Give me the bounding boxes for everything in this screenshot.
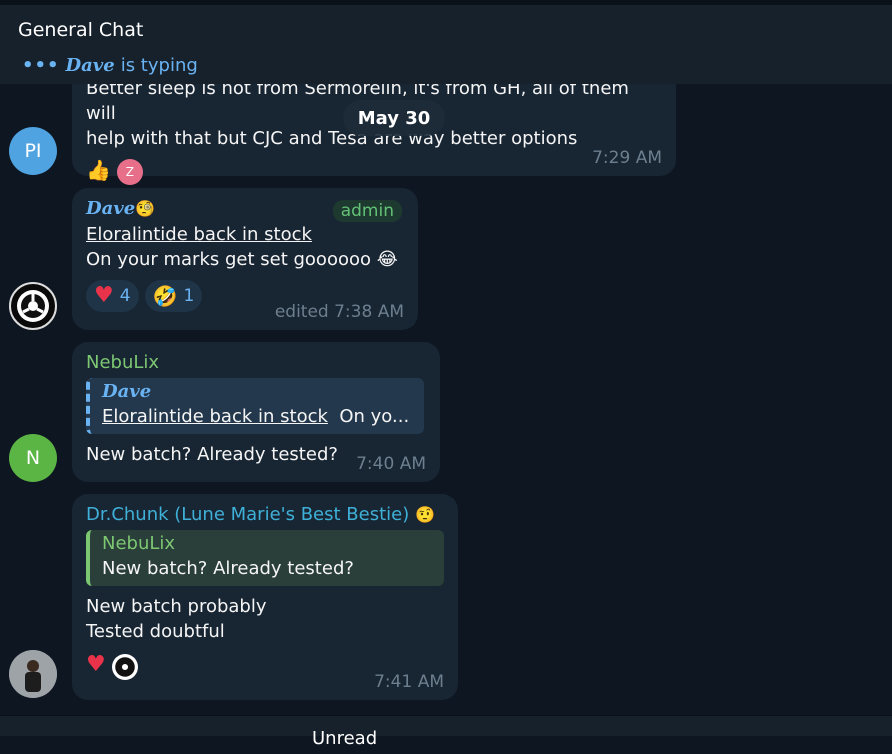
- reply-quote[interactable]: NebuLix New batch? Already tested?: [86, 530, 444, 586]
- quote-text: Eloralintide back in stock On yo...: [102, 404, 416, 430]
- quote-sender: NebuLix: [102, 533, 176, 554]
- message-text-line: New batch probably: [86, 596, 267, 617]
- message-bubble[interactable]: Dave🧐 admin Eloralintide back in stock O…: [72, 188, 418, 330]
- thumbs-up-reaction[interactable]: 👍: [86, 159, 111, 185]
- admin-badge: admin: [332, 200, 402, 222]
- message-bubble[interactable]: Dr.Chunk (Lune Marie's Best Bestie) 🤨 Ne…: [72, 494, 458, 700]
- message-time: edited 7:38 AM: [274, 302, 404, 322]
- message-time: 7:41 AM: [374, 672, 444, 692]
- avatar[interactable]: [9, 650, 57, 698]
- quote-sender: Dave: [102, 381, 152, 402]
- chat-title[interactable]: General Chat: [18, 19, 143, 41]
- heart-reaction[interactable]: ♥: [86, 654, 106, 680]
- message-time: 7:40 AM: [356, 454, 426, 474]
- message-text: On your marks get set goooooo 😂: [86, 249, 398, 270]
- unread-label: Unread: [312, 728, 378, 749]
- avatar[interactable]: PI: [9, 127, 57, 175]
- sender-name[interactable]: NebuLix: [86, 350, 426, 376]
- reply-quote[interactable]: Dave Eloralintide back in stock On yo...: [86, 378, 424, 434]
- message-time: 7:29 AM: [592, 148, 662, 168]
- reaction-count: 1: [183, 286, 195, 306]
- avatar[interactable]: [9, 282, 57, 330]
- quote-link: Eloralintide back in stock: [102, 406, 328, 427]
- reaction-count: 4: [119, 286, 131, 306]
- heart-reaction[interactable]: ♥ 4: [86, 280, 139, 312]
- quote-snippet: On yo...: [339, 406, 410, 427]
- typing-user-name: Dave: [65, 55, 115, 76]
- unread-bar: Unread: [0, 715, 892, 749]
- heart-icon: ♥: [94, 283, 114, 308]
- typing-indicator: ••• Dave is typing: [22, 55, 198, 76]
- typing-label: is typing: [120, 55, 198, 76]
- logo-icon: [17, 290, 49, 322]
- chat-header: General Chat ••• Dave is typing: [0, 0, 892, 84]
- typing-dots-icon: •••: [22, 55, 60, 76]
- sender-name[interactable]: Dr.Chunk (Lune Marie's Best Bestie) 🤨: [86, 502, 444, 528]
- rofl-icon: 🤣: [152, 284, 178, 308]
- monocle-icon: 🧐: [135, 199, 156, 218]
- quote-text: New batch? Already tested?: [102, 558, 354, 579]
- message-text-line: Tested doubtful: [86, 621, 225, 642]
- date-separator: May 30: [343, 100, 445, 136]
- reaction-avatar: [111, 654, 138, 680]
- sender-name-text: Dr.Chunk (Lune Marie's Best Bestie): [86, 504, 410, 525]
- avatar[interactable]: N: [9, 434, 57, 482]
- reactions-row: 👍 Z: [86, 159, 662, 185]
- message-title-link[interactable]: Eloralintide back in stock: [86, 222, 404, 247]
- reaction-avatar: Z: [116, 159, 143, 185]
- person-photo-icon: [9, 650, 57, 698]
- laugh-reaction[interactable]: 🤣 1: [144, 280, 203, 312]
- sender-name-text: Dave: [86, 198, 136, 219]
- raised-eyebrow-icon: 🤨: [414, 505, 435, 524]
- message-bubble[interactable]: NebuLix Dave Eloralintide back in stock …: [72, 342, 440, 482]
- logo-icon: [114, 657, 135, 677]
- message-list[interactable]: Better sleep is not from Sermorelin, it'…: [0, 84, 892, 715]
